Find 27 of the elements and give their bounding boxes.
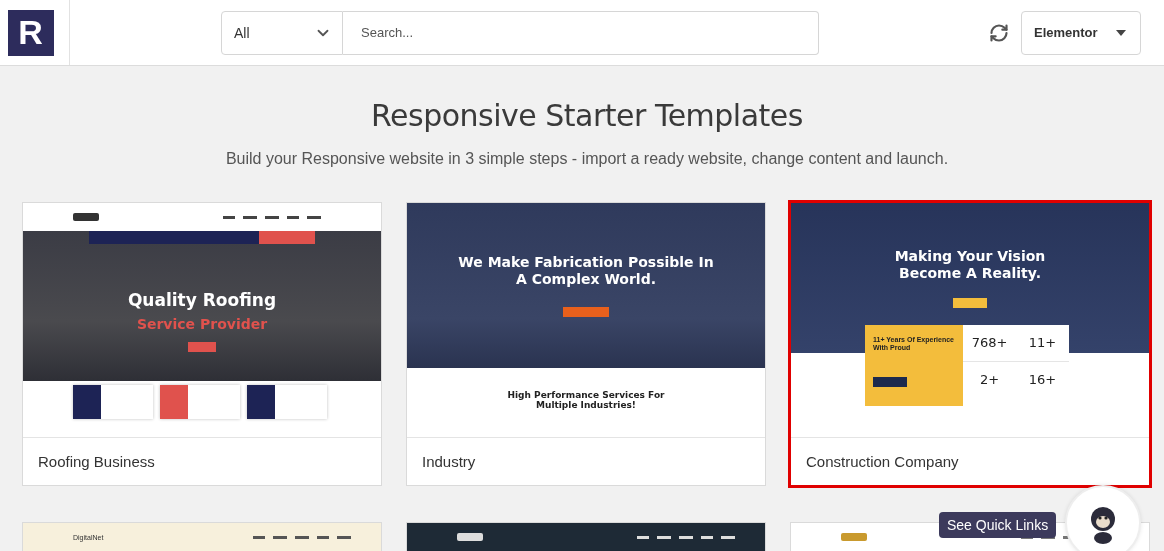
stat-value: 16+ xyxy=(1027,370,1058,389)
search-field[interactable]: Search... xyxy=(343,10,819,55)
quick-links-button[interactable]: See Quick Links xyxy=(939,512,1057,538)
hero-button xyxy=(188,342,216,353)
hero-headline: Making Your Vision Become A Reality. xyxy=(893,248,1047,282)
mascot-button[interactable] xyxy=(1065,485,1141,551)
page-title: Responsive Starter Templates xyxy=(371,98,803,133)
template-card[interactable]: Quality Roofing Service Provider Roofing Business xyxy=(22,202,382,486)
template-name: Industry xyxy=(407,437,765,485)
contact-button xyxy=(873,377,907,388)
page-subtitle: Build your Responsive website in 3 simple steps - import a ready website, change content and launch. xyxy=(225,150,949,168)
hero-button xyxy=(563,307,609,318)
template-name: Construction Company xyxy=(791,437,1149,485)
template-name: Roofing Business xyxy=(23,437,381,485)
hero-headline: We Make Fabrication Possible In A Complex World. xyxy=(457,253,715,288)
template-card[interactable]: We Make Fabrication Possible In A Complex World. High Performance Services For Multiple Industries! Industry xyxy=(406,202,766,486)
hero-subheadline: Service Provider xyxy=(136,316,268,333)
category-dropdown[interactable]: All xyxy=(221,10,343,55)
caret-icon xyxy=(1116,29,1126,36)
logo[interactable]: R xyxy=(7,9,54,56)
stat-value: 2+ xyxy=(978,370,1001,389)
hero-button xyxy=(953,297,987,308)
hero-headline: Quality Roofing xyxy=(127,290,277,311)
stat-value: 11+ xyxy=(1016,325,1069,362)
builder-dropdown[interactable]: Elementor xyxy=(1021,10,1141,55)
stat-value: 768+ xyxy=(963,325,1016,362)
section-title: High Performance Services For Multiple Industries! xyxy=(506,390,666,410)
